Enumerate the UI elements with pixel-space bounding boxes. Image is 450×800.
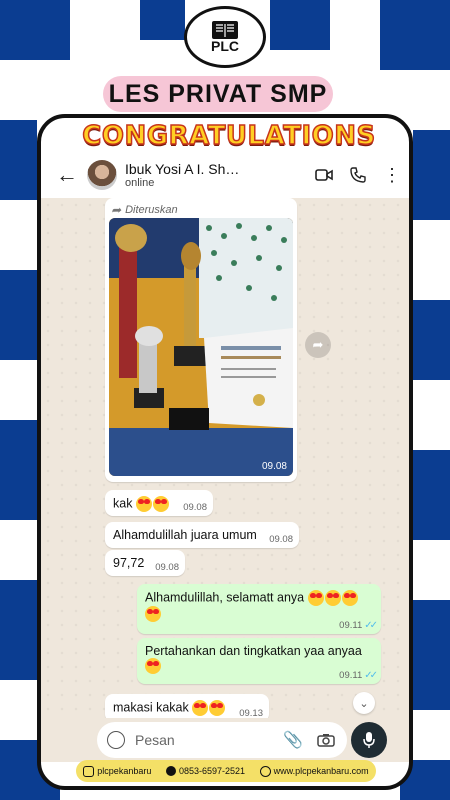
instagram-icon xyxy=(83,765,95,777)
instagram-contact: plcpekanbaru xyxy=(83,765,151,777)
message-composer: Pesan 📎 xyxy=(41,718,409,762)
contact-status: online xyxy=(125,177,155,189)
heart-face-emoji-icon xyxy=(209,700,226,716)
globe-icon xyxy=(259,765,271,777)
heart-face-emoji-icon xyxy=(145,658,161,674)
forward-icon: ➦ xyxy=(111,203,122,217)
attach-icon[interactable]: 📎 xyxy=(283,730,303,750)
website-contact: www.plcpekanbaru.com xyxy=(259,765,369,777)
phone-call-icon[interactable] xyxy=(341,167,375,183)
congratulations-banner: CONGRATULATIONS xyxy=(82,120,376,152)
chat-area[interactable]: ➦ Diteruskan 09.08 ➦ kak 09.08 Alhamduli… xyxy=(41,198,409,722)
message-time-status: 09.11 ✓✓ xyxy=(339,670,378,681)
message-bubble-out[interactable]: Alhamdulillah, selamatt anya 09.11 ✓✓ xyxy=(137,584,381,634)
message-text: Alhamdulillah, selamatt anya xyxy=(145,590,308,605)
contact-footer: plcpekanbaru 0853-6597-2521 www.plcpekan… xyxy=(76,760,376,782)
trophy-photo[interactable]: 09.08 xyxy=(109,218,293,476)
heart-face-emoji-icon xyxy=(145,606,161,622)
forwarded-label: ➦ Diteruskan xyxy=(111,203,178,217)
avatar[interactable] xyxy=(87,160,117,190)
message-text: Pertahankan dan tingkatkan yaa anyaa xyxy=(145,644,362,658)
message-bubble-in[interactable]: kak 09.08 xyxy=(105,490,213,516)
chat-header: ← Ibuk Yosi A I. Sh… online ⋮ xyxy=(41,152,409,198)
message-time: 09.08 xyxy=(261,461,287,472)
heart-face-emoji-icon xyxy=(192,700,209,716)
forwarded-image-message[interactable]: ➦ Diteruskan 09.08 xyxy=(105,198,297,482)
message-text: makasi kakak xyxy=(113,700,193,715)
back-arrow-icon[interactable]: ← xyxy=(47,162,87,188)
plc-logo: PLC xyxy=(184,6,266,68)
forward-share-icon[interactable]: ➦ xyxy=(305,332,331,358)
message-time: 09.08 xyxy=(155,562,179,573)
composer-placeholder: Pesan xyxy=(135,732,175,748)
sticker-icon[interactable] xyxy=(107,731,125,749)
read-ticks-icon: ✓✓ xyxy=(364,620,378,631)
phone-icon xyxy=(165,766,176,776)
banner-title: LES PRIVAT SMP xyxy=(103,76,333,112)
message-text: Alhamdulillah juara umum xyxy=(113,528,257,542)
phone-frame: ← Ibuk Yosi A I. Sh… online ⋮ ➦ Diterusk… xyxy=(37,114,413,790)
heart-eyes-emoji-icon xyxy=(135,496,152,512)
message-time: 09.08 xyxy=(183,502,207,513)
message-time: 09.08 xyxy=(269,534,293,545)
read-ticks-icon: ✓✓ xyxy=(364,670,378,681)
heart-face-emoji-icon xyxy=(341,590,358,606)
message-bubble-out[interactable]: Pertahankan dan tingkatkan yaa anyaa 09.… xyxy=(137,638,381,684)
scroll-down-icon[interactable]: ⌄ xyxy=(353,692,375,714)
message-text: 97,72 xyxy=(113,556,145,570)
trophy-image xyxy=(109,218,293,476)
heart-eyes-emoji-icon xyxy=(152,496,169,512)
video-call-icon[interactable] xyxy=(307,168,341,182)
contact-name: Ibuk Yosi A I. Sh… xyxy=(125,161,240,177)
message-input[interactable]: Pesan 📎 xyxy=(97,722,347,758)
mic-icon xyxy=(363,732,375,748)
camera-icon[interactable] xyxy=(317,733,335,747)
message-text: kak xyxy=(113,496,136,511)
book-icon xyxy=(212,21,238,39)
message-bubble-in[interactable]: 97,72 09.08 xyxy=(105,550,185,576)
more-options-icon[interactable]: ⋮ xyxy=(375,165,409,186)
heart-face-emoji-icon xyxy=(307,590,324,606)
heart-face-emoji-icon xyxy=(324,590,341,606)
contact-info[interactable]: Ibuk Yosi A I. Sh… online xyxy=(125,161,307,189)
logo-text: PLC xyxy=(211,38,239,54)
message-time-status: 09.11 ✓✓ xyxy=(339,620,378,631)
phone-contact: 0853-6597-2521 xyxy=(165,766,245,776)
mic-button[interactable] xyxy=(351,722,387,758)
message-bubble-in[interactable]: Alhamdulillah juara umum 09.08 xyxy=(105,522,299,548)
